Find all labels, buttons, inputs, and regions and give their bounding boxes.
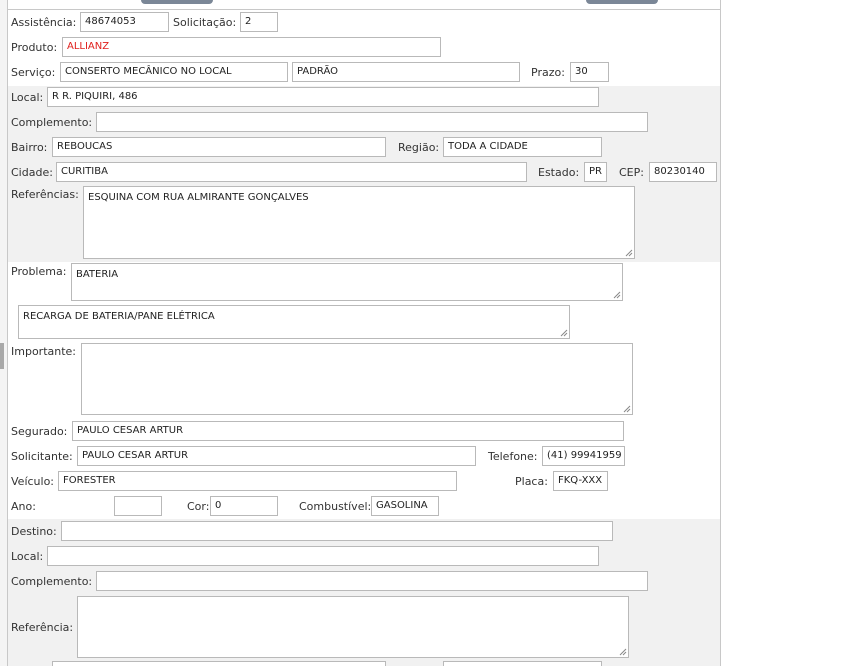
problema-text: BATERIA bbox=[76, 269, 119, 280]
produto-label: Produto: bbox=[11, 41, 58, 54]
telefone-field[interactable]: (41) 99941959 bbox=[542, 446, 625, 466]
local-field[interactable]: R R. PIQUIRI, 486 bbox=[47, 87, 599, 107]
solicitacao-field[interactable]: 2 bbox=[240, 12, 278, 32]
cor-field[interactable]: 0 bbox=[210, 496, 278, 516]
importante-textarea[interactable] bbox=[81, 343, 633, 415]
next-row-field-left[interactable] bbox=[52, 661, 386, 666]
problema-detalhe-text: RECARGA DE BATERIA/PANE ELÉTRICA bbox=[23, 311, 215, 322]
telefone-label: Telefone: bbox=[488, 450, 538, 463]
cep-field[interactable]: 80230140 bbox=[649, 162, 717, 182]
complemento-label: Complemento: bbox=[11, 116, 93, 129]
resize-grip-icon[interactable] bbox=[560, 329, 568, 337]
resize-grip-icon[interactable] bbox=[613, 291, 621, 299]
estado-field[interactable]: PR bbox=[584, 162, 607, 182]
servico-label: Serviço: bbox=[11, 66, 56, 79]
assistencia-label: Assistência: bbox=[11, 16, 77, 29]
destino-field[interactable] bbox=[61, 521, 613, 541]
solicitante-label: Solicitante: bbox=[11, 450, 73, 463]
destino-referencia-label: Referência: bbox=[11, 621, 74, 634]
regiao-label: Região: bbox=[398, 141, 440, 154]
top-tab-button-right[interactable] bbox=[586, 0, 658, 4]
problema-textarea[interactable]: BATERIA bbox=[71, 263, 623, 301]
destino-complemento-field[interactable] bbox=[96, 571, 648, 591]
destino-local-field[interactable] bbox=[47, 546, 599, 566]
combustivel-label: Combustível: bbox=[299, 500, 372, 513]
referencias-textarea[interactable]: ESQUINA COM RUA ALMIRANTE GONÇALVES bbox=[83, 186, 635, 259]
solicitante-field[interactable]: PAULO CESAR ARTUR bbox=[77, 446, 476, 466]
produto-field[interactable]: ALLIANZ bbox=[62, 37, 441, 57]
top-tab-button-left[interactable] bbox=[141, 0, 213, 4]
bairro-label: Bairro: bbox=[11, 141, 48, 154]
estado-label: Estado: bbox=[538, 166, 580, 179]
problema-detalhe-textarea[interactable]: RECARGA DE BATERIA/PANE ELÉTRICA bbox=[18, 305, 570, 339]
combustivel-field[interactable]: GASOLINA bbox=[371, 496, 439, 516]
resize-grip-icon[interactable] bbox=[623, 405, 631, 413]
problema-label: Problema: bbox=[11, 265, 67, 278]
assistencia-field[interactable]: 48674053 bbox=[80, 12, 169, 32]
importante-label: Importante: bbox=[11, 345, 77, 358]
destino-local-label: Local: bbox=[11, 550, 44, 563]
servico-field[interactable]: CONSERTO MECÂNICO NO LOCAL bbox=[60, 62, 288, 82]
solicitacao-label: Solicitação: bbox=[173, 16, 237, 29]
placa-label: Placa: bbox=[515, 475, 548, 488]
veiculo-label: Veículo: bbox=[11, 475, 55, 488]
veiculo-field[interactable]: FORESTER bbox=[58, 471, 457, 491]
placa-field[interactable]: FKQ-XXX bbox=[553, 471, 608, 491]
ano-label: Ano: bbox=[11, 500, 36, 513]
segurado-label: Segurado: bbox=[11, 425, 68, 438]
resize-grip-icon[interactable] bbox=[625, 249, 633, 257]
cor-label: Cor: bbox=[187, 500, 210, 513]
resize-grip-icon[interactable] bbox=[619, 648, 627, 656]
destino-complemento-label: Complemento: bbox=[11, 575, 93, 588]
servico-tipo-field[interactable]: PADRÃO bbox=[292, 62, 520, 82]
top-divider bbox=[8, 9, 720, 10]
complemento-field[interactable] bbox=[96, 112, 648, 132]
referencias-label: Referências: bbox=[11, 188, 79, 201]
destino-label: Destino: bbox=[11, 525, 57, 538]
ano-field[interactable] bbox=[114, 496, 162, 516]
panel-resize-handle[interactable] bbox=[0, 343, 4, 369]
cep-label: CEP: bbox=[619, 166, 644, 179]
bairro-field[interactable]: REBOUCAS bbox=[52, 137, 386, 157]
local-label: Local: bbox=[11, 91, 44, 104]
segurado-field[interactable]: PAULO CESAR ARTUR bbox=[72, 421, 624, 441]
next-row-field-right[interactable] bbox=[443, 661, 602, 666]
regiao-field[interactable]: TODA A CIDADE bbox=[443, 137, 602, 157]
destino-referencia-textarea[interactable] bbox=[77, 596, 629, 658]
prazo-field[interactable]: 30 bbox=[570, 62, 609, 82]
cidade-label: Cidade: bbox=[11, 166, 53, 179]
cidade-field[interactable]: CURITIBA bbox=[56, 162, 527, 182]
service-form-panel: Assistência: 48674053 Solicitação: 2 Pro… bbox=[7, 0, 721, 666]
prazo-label: Prazo: bbox=[531, 66, 565, 79]
referencias-text: ESQUINA COM RUA ALMIRANTE GONÇALVES bbox=[88, 192, 309, 203]
left-scroll-strip bbox=[0, 0, 7, 666]
